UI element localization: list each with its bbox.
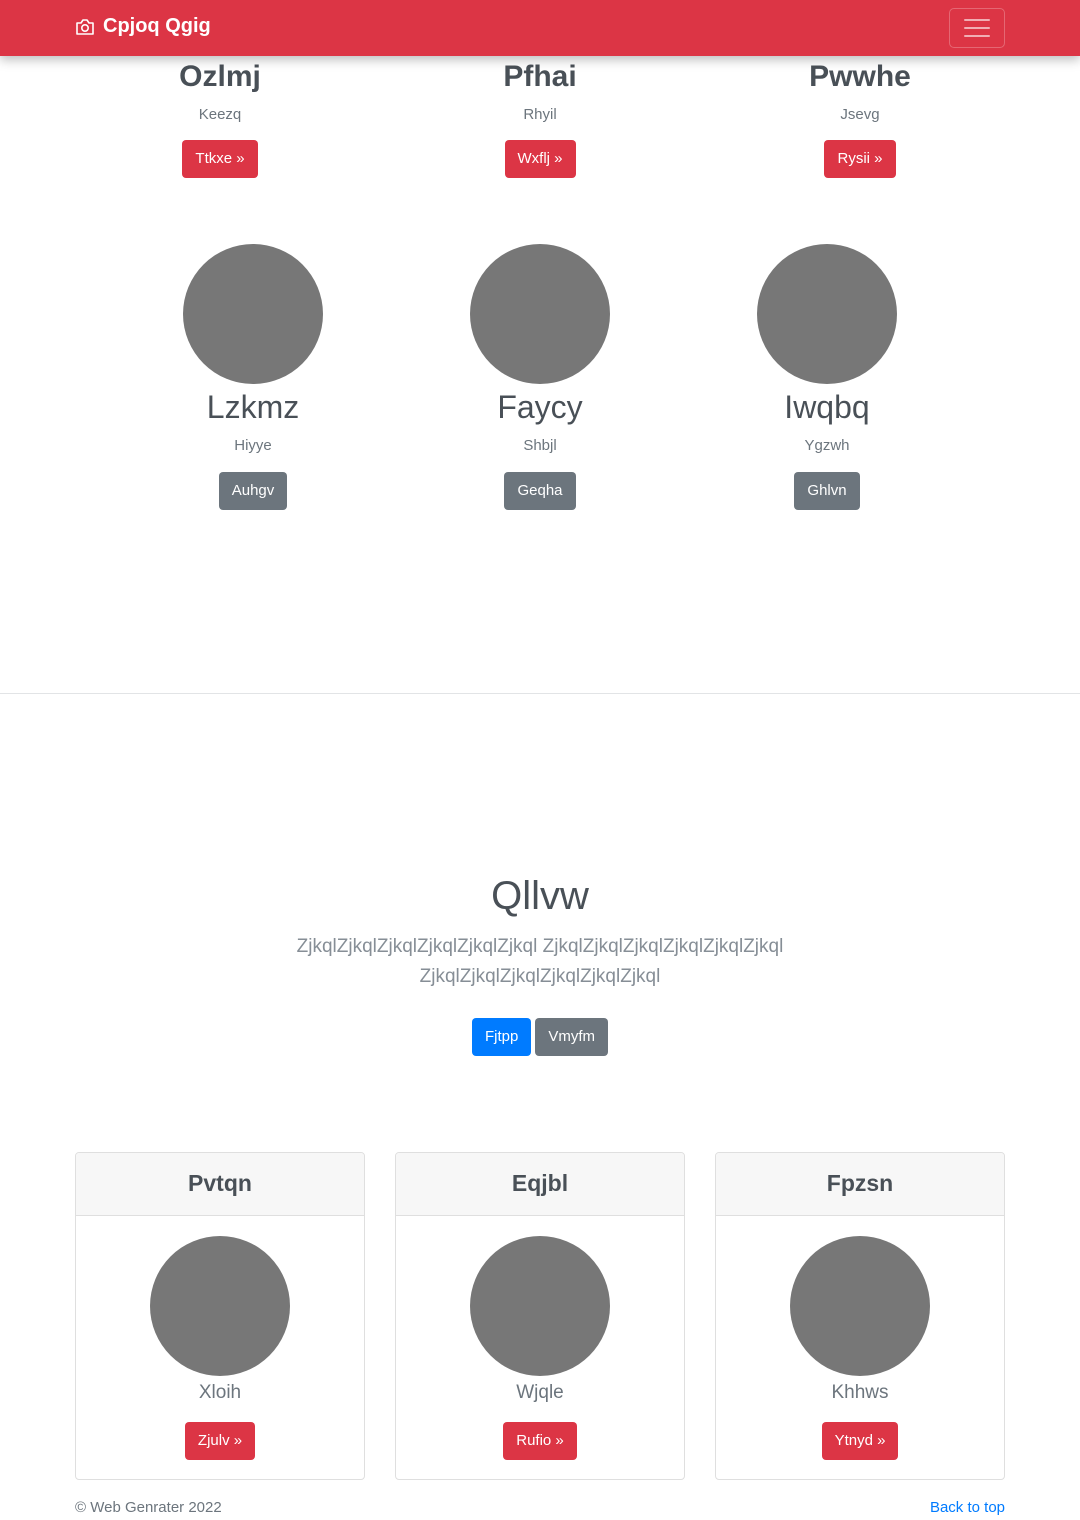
card-button[interactable]: Rufio » [503,1422,577,1460]
card-header: Eqjbl [396,1153,684,1216]
card-button[interactable]: Zjulv » [184,1422,256,1460]
section-divider [0,693,1080,694]
card-header: Fpzsn [716,1153,1004,1216]
hero-secondary-button[interactable]: Vmyfm [535,1018,609,1056]
card-button[interactable]: Ytnyd » [821,1422,899,1460]
brand-link[interactable]: Cpjoq Qgig [75,15,211,38]
profile-name: Iwqbq [784,389,870,425]
profile-column: Iwqbq Ygzwh Ghlvn [727,244,927,511]
feature-column: Pwwhe Jsevg Rysii » [760,62,960,178]
feature-button[interactable]: Wxflj » [504,140,576,178]
hero-title: Qllvw [491,874,589,918]
profile-button[interactable]: Auhgv [218,472,288,511]
feature-subtitle: Rhyil [523,106,557,123]
footer-copyright: © Web Genrater 2022 [75,1499,222,1516]
card: Pvtqn Xloih Zjulv » [75,1152,365,1480]
menu-icon [964,19,990,21]
menu-toggle-button[interactable] [949,8,1005,48]
profile-column: Lzkmz Hiyye Auhgv [153,244,353,511]
avatar-placeholder [790,1236,930,1376]
camera-icon [76,18,94,35]
feature-column: Pfhai Rhyil Wxflj » [440,62,640,178]
feature-button[interactable]: Ttkxe » [182,140,258,178]
card: Eqjbl Wjqle Rufio » [395,1152,685,1480]
profile-name: Lzkmz [206,389,300,425]
profile-subtitle: Shbjl [523,437,557,455]
avatar-placeholder [470,1236,610,1376]
avatar-placeholder [470,244,610,384]
navbar: Cpjoq Qgig [0,0,1080,56]
hero-primary-button[interactable]: Fjtpp [471,1018,532,1056]
brand-name: Cpjoq Qgig [103,15,211,37]
profile-button[interactable]: Ghlvn [794,472,860,511]
hero-section: Qllvw ZjkqlZjkqlZjkqlZjkqlZjkqlZjkql Zjk… [0,870,1080,1056]
profile-button[interactable]: Geqha [504,472,576,511]
hero-lead: ZjkqlZjkqlZjkqlZjkqlZjkqlZjkql ZjkqlZjkq… [296,936,784,987]
feature-column: Ozlmj Keezq Ttkxe » [120,62,320,178]
card-header: Pvtqn [76,1153,364,1216]
card-subtitle: Xloih [198,1382,242,1403]
avatar-placeholder [150,1236,290,1376]
profile-subtitle: Ygzwh [804,437,850,455]
feature-subtitle: Jsevg [840,106,880,123]
avatar-placeholder [757,244,897,384]
avatar-placeholder [183,244,323,384]
feature-title: Pfhai [503,60,577,93]
feature-title: Pwwhe [809,60,911,93]
card-subtitle: Wjqle [516,1382,564,1403]
feature-button[interactable]: Rysii » [824,140,896,178]
back-to-top-link[interactable]: Back to top [930,1499,1005,1516]
feature-title: Ozlmj [179,60,261,93]
profile-name: Faycy [497,389,583,425]
card-subtitle: Khhws [831,1382,889,1403]
feature-subtitle: Keezq [198,106,242,123]
profile-subtitle: Hiyye [234,437,272,455]
profile-column: Faycy Shbjl Geqha [440,244,640,511]
card: Fpzsn Khhws Ytnyd » [715,1152,1005,1480]
hero-buttons: Fjtpp Vmyfm [0,1018,1080,1056]
